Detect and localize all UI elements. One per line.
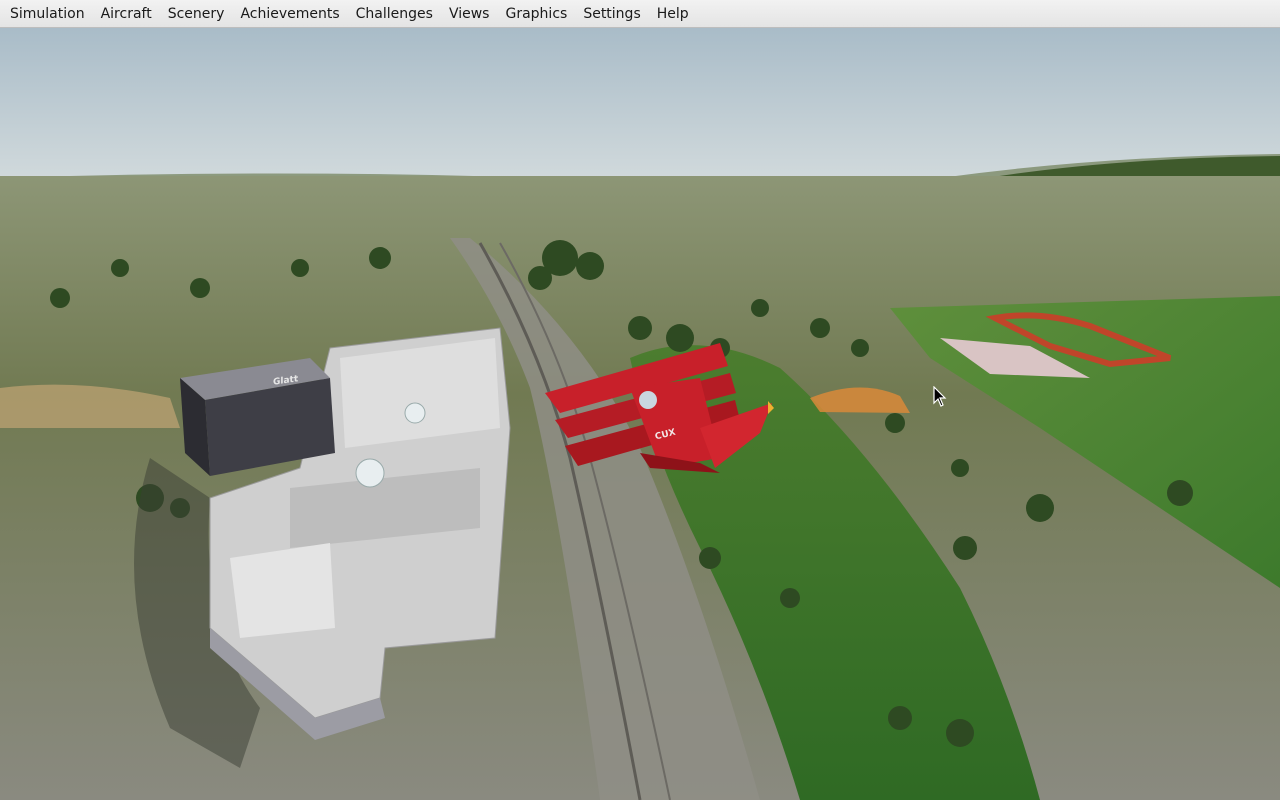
mouse-cursor-icon (933, 386, 947, 407)
menu-help[interactable]: Help (649, 1, 697, 27)
menu-simulation[interactable]: Simulation (2, 1, 93, 27)
3d-viewport[interactable]: Glatt CUX (0, 28, 1280, 800)
menu-achievements[interactable]: Achievements (232, 1, 347, 27)
flight-sim-window: Simulation Aircraft Scenery Achievements… (0, 0, 1280, 800)
menu-scenery[interactable]: Scenery (160, 1, 233, 27)
menu-settings[interactable]: Settings (575, 1, 648, 27)
menu-bar: Simulation Aircraft Scenery Achievements… (0, 0, 1280, 28)
menu-aircraft[interactable]: Aircraft (93, 1, 160, 27)
menu-views[interactable]: Views (441, 1, 498, 27)
menu-graphics[interactable]: Graphics (497, 1, 575, 27)
menu-challenges[interactable]: Challenges (348, 1, 441, 27)
